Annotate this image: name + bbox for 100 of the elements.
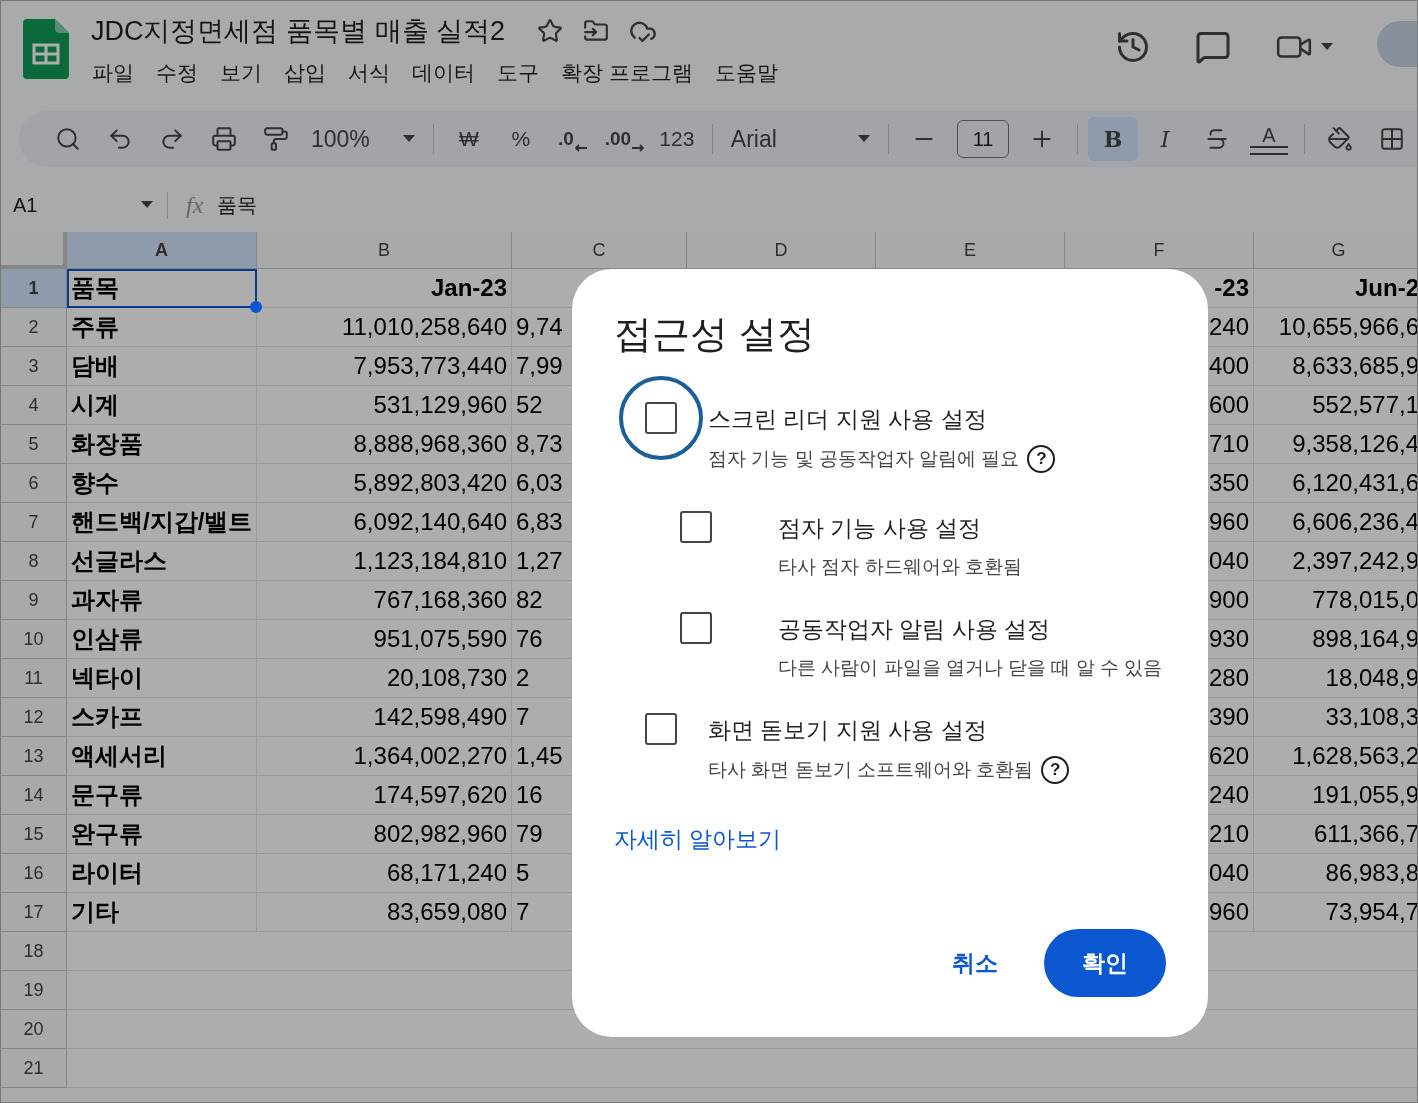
menu-item[interactable]: 서식 — [337, 57, 401, 89]
row-header[interactable]: 9 — [1, 581, 67, 620]
row-header[interactable]: 3 — [1, 347, 67, 386]
table-cell: 898,164,9 — [1254, 620, 1417, 659]
menu-item[interactable]: 보기 — [209, 57, 273, 89]
column-header[interactable]: F — [1065, 232, 1254, 269]
table-cell: 802,982,960 — [257, 815, 512, 854]
row-header[interactable]: 2 — [1, 308, 67, 347]
table-cell: 11,010,258,640 — [257, 308, 512, 347]
table-cell: 191,055,9 — [1254, 776, 1417, 815]
table-cell: 1,364,002,270 — [257, 737, 512, 776]
help-icon[interactable]: ? — [1027, 445, 1056, 473]
row-header[interactable]: 17 — [1, 893, 67, 932]
row-header[interactable]: 11 — [1, 659, 67, 698]
row-header[interactable]: 13 — [1, 737, 67, 776]
font-dropdown[interactable]: Arial — [722, 117, 879, 161]
table-cell: 2,397,242,9 — [1254, 542, 1417, 581]
row-header[interactable]: 16 — [1, 854, 67, 893]
row-header[interactable]: 7 — [1, 503, 67, 542]
row-header[interactable]: 10 — [1, 620, 67, 659]
column-header[interactable]: C — [512, 232, 687, 269]
italic-button[interactable]: I — [1140, 117, 1191, 161]
column-header[interactable]: D — [687, 232, 876, 269]
text-color-button[interactable]: A — [1244, 117, 1295, 161]
table-cell: 951,075,590 — [257, 620, 512, 659]
name-box[interactable]: A1 — [13, 193, 38, 217]
formula-value[interactable]: 품목 — [217, 191, 258, 219]
bold-button[interactable]: B — [1088, 117, 1139, 161]
arrow-icon — [631, 143, 646, 153]
option-description: 점자 기능 및 공동작업자 알림에 필요 — [708, 447, 1020, 471]
table-cell: 83,659,080 — [257, 893, 512, 932]
star-icon[interactable] — [537, 18, 564, 44]
table-cell: 8,633,685,9 — [1254, 347, 1417, 386]
table-cell: Jan-23 — [257, 269, 512, 308]
help-icon[interactable]: ? — [1041, 756, 1070, 784]
caret-icon — [1321, 43, 1333, 51]
menu-item[interactable]: 도움말 — [703, 57, 789, 89]
history-icon[interactable] — [1115, 29, 1151, 65]
menu-item[interactable]: 수정 — [145, 57, 209, 89]
table-cell: 선글라스 — [67, 542, 257, 581]
decimal-button[interactable]: .0 — [547, 117, 598, 161]
confirm-button[interactable]: 확인 — [1044, 929, 1166, 997]
row-header[interactable]: 4 — [1, 386, 67, 425]
table-cell: 품목 — [67, 269, 257, 308]
row-header[interactable]: 15 — [1, 815, 67, 854]
table-cell: 액세서리 — [67, 737, 257, 776]
table-cell: 142,598,490 — [257, 698, 512, 737]
menu-item[interactable]: 확장 프로그램 — [550, 57, 704, 89]
format-button[interactable]: 123 — [651, 117, 702, 161]
table-cell: 인삼류 — [67, 620, 257, 659]
table-cell: 완구류 — [67, 815, 257, 854]
table-cell: 향수 — [67, 464, 257, 503]
table-cell: 주류 — [67, 308, 257, 347]
table-cell: 1,123,184,810 — [257, 542, 512, 581]
format-button[interactable]: ₩ — [443, 117, 494, 161]
menu-item[interactable]: 데이터 — [401, 57, 486, 89]
fill-handle[interactable] — [250, 301, 262, 313]
table-cell: 8,888,968,360 — [257, 425, 512, 464]
column-header[interactable]: G — [1254, 232, 1417, 269]
row-header[interactable]: 18 — [1, 932, 67, 971]
zoom-dropdown[interactable]: 100% — [303, 117, 423, 161]
folder-icon[interactable] — [583, 18, 610, 44]
arrow-icon — [573, 143, 588, 153]
table-cell: 시계 — [67, 386, 257, 425]
table-cell: 라이터 — [67, 854, 257, 893]
row-header[interactable]: 6 — [1, 464, 67, 503]
comment-icon[interactable] — [1195, 29, 1231, 65]
table-cell: 552,577,1 — [1254, 386, 1417, 425]
decimal-button[interactable]: .00 — [599, 117, 650, 161]
column-header[interactable]: B — [257, 232, 512, 269]
table-cell: 767,168,360 — [257, 581, 512, 620]
row-header[interactable]: 14 — [1, 776, 67, 815]
cancel-button[interactable]: 취소 — [924, 929, 1026, 997]
option-label: 화면 돋보기 지원 사용 설정 — [708, 716, 988, 745]
checkbox[interactable] — [619, 376, 703, 460]
row-header[interactable]: 12 — [1, 698, 67, 737]
table-cell: 73,954,7 — [1254, 893, 1417, 932]
format-button[interactable]: % — [495, 117, 546, 161]
row-header[interactable]: 21 — [1, 1049, 67, 1088]
sheets-logo-icon[interactable] — [23, 19, 69, 79]
menu-item[interactable]: 파일 — [81, 57, 145, 89]
table-cell: 18,048,9 — [1254, 659, 1417, 698]
table-cell: 68,171,240 — [257, 854, 512, 893]
row-header[interactable]: 8 — [1, 542, 67, 581]
option-description: 타사 화면 돋보기 소프트웨어와 호환됨 — [708, 758, 1034, 782]
table-cell: 문구류 — [67, 776, 257, 815]
column-header[interactable]: E — [876, 232, 1065, 269]
row-header[interactable]: 19 — [1, 971, 67, 1010]
menu-item[interactable]: 삽입 — [273, 57, 337, 89]
document-title[interactable]: JDC지정면세점 품목별 매출 실적2 — [91, 13, 518, 49]
row-header[interactable]: 1 — [1, 269, 67, 308]
column-header[interactable]: A — [67, 232, 257, 269]
menu-item[interactable]: 도구 — [486, 57, 550, 89]
option-label: 공동작업자 알림 사용 설정 — [778, 615, 1052, 644]
option-label: 스크린 리더 지원 사용 설정 — [708, 405, 988, 434]
row-header[interactable]: 20 — [1, 1010, 67, 1049]
font-size-field[interactable]: 11 — [957, 120, 1010, 158]
table-cell: 기타 — [67, 893, 257, 932]
option-label: 점자 기능 사용 설정 — [778, 514, 983, 543]
row-header[interactable]: 5 — [1, 425, 67, 464]
